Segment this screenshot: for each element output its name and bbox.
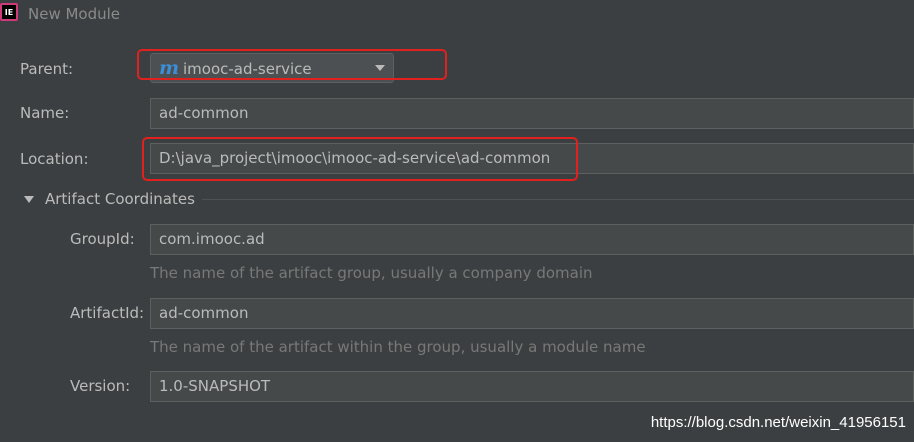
groupid-hint: The name of the artifact group, usually … [150, 264, 593, 282]
collapse-triangle-icon[interactable] [24, 196, 34, 203]
location-highlight-box [142, 137, 578, 181]
watermark-text: https://blog.csdn.net/weixin_41956151 [650, 414, 906, 431]
groupid-label: GroupId: [70, 230, 135, 248]
location-label: Location: [20, 150, 89, 168]
parent-label: Parent: [20, 60, 74, 78]
artifactid-input[interactable]: ad-common [150, 298, 914, 329]
version-input[interactable]: 1.0-SNAPSHOT [150, 371, 914, 402]
version-label: Version: [70, 377, 131, 395]
groupid-input[interactable]: com.imooc.ad [150, 224, 914, 255]
parent-highlight-box [137, 49, 447, 80]
artifactid-hint: The name of the artifact within the grou… [150, 338, 646, 356]
artifact-coordinates-heading[interactable]: Artifact Coordinates [45, 190, 195, 208]
name-label: Name: [20, 104, 70, 122]
window-title: New Module [28, 5, 121, 23]
name-input[interactable]: ad-common [150, 98, 914, 129]
title-bar: IE New Module [0, 0, 914, 30]
section-divider [202, 199, 914, 200]
artifactid-label: ArtifactId: [70, 304, 145, 322]
intellij-app-icon: IE [0, 3, 18, 21]
